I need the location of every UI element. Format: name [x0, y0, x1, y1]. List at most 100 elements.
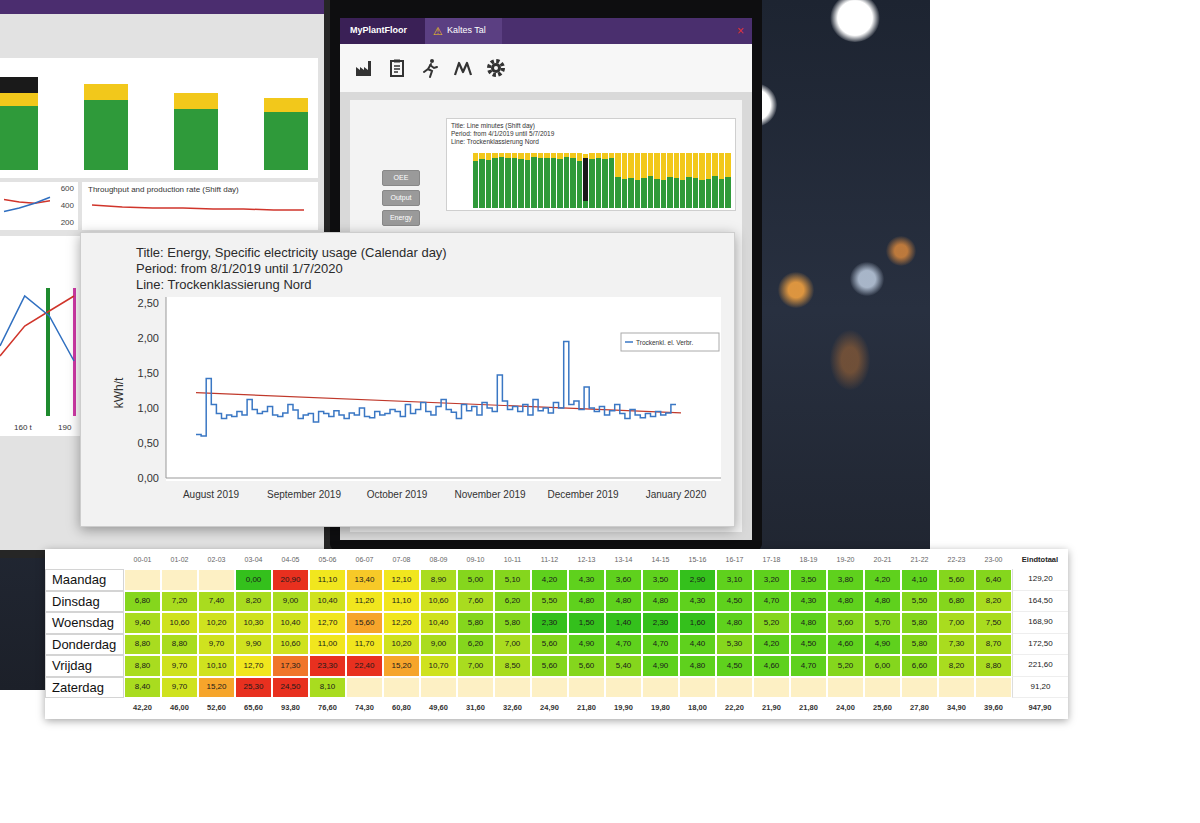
factory-icon[interactable] — [354, 58, 374, 78]
heat-cell: 10,40 — [272, 612, 309, 634]
stacked-bar — [654, 153, 659, 208]
energy-line-chart: 2,502,001,501,000,500,00kWh/tAugust 2019… — [81, 293, 734, 523]
column-total: 93,80 — [272, 698, 309, 717]
bar-segment — [0, 106, 38, 170]
plant-tab[interactable]: ⚠Kaltes Tal — [425, 18, 502, 44]
heat-cell: 5,30 — [716, 634, 753, 656]
chart-title-line: Period: from 4/1/2019 until 5/7/2019 — [451, 130, 731, 138]
trend-chart-icon[interactable] — [453, 58, 473, 78]
row-total: 129,20 — [1012, 569, 1068, 591]
bar-segment — [654, 179, 659, 208]
hour-header: 07-08 — [383, 551, 420, 569]
heat-cell: 5,50 — [901, 591, 938, 613]
legend-label: Trockenkl. el. Verbr. — [636, 339, 693, 346]
bar-segment — [564, 157, 569, 208]
bar-segment — [512, 158, 517, 208]
day-label: Dinsdag — [45, 591, 124, 613]
heat-cell: 4,80 — [642, 591, 679, 613]
bar-segment — [635, 180, 640, 208]
bar-segment — [264, 98, 308, 112]
stacked-bar — [544, 153, 549, 208]
legend: Trockenkl. el. Verbr. — [621, 333, 719, 351]
hour-header: 11-12 — [531, 551, 568, 569]
row-total: 164,50 — [1012, 591, 1068, 613]
bar-segment — [84, 84, 128, 100]
heat-cell: 7,00 — [494, 634, 531, 656]
app-name: MyPlantFloor — [340, 18, 425, 44]
heat-cell: 6,20 — [494, 591, 531, 613]
heat-cell: 10,30 — [235, 612, 272, 634]
column-total: 34,90 — [938, 698, 975, 717]
bar-segment — [577, 153, 582, 161]
bar-segment — [602, 159, 607, 208]
column-total: 65,60 — [235, 698, 272, 717]
y-axis — [166, 297, 167, 478]
bar-segment — [525, 153, 530, 160]
heat-cell: 4,30 — [790, 591, 827, 613]
hour-header: 23-00 — [975, 551, 1012, 569]
stacked-bar — [641, 153, 646, 208]
heat-cell: 6,60 — [901, 655, 938, 677]
row-total: 91,20 — [1012, 677, 1068, 699]
red-series-line — [92, 205, 304, 210]
running-person-icon[interactable] — [420, 58, 440, 78]
heat-cell: 4,60 — [753, 655, 790, 677]
marker-bar — [46, 288, 50, 416]
warning-icon: ⚠ — [433, 26, 443, 37]
heat-cell: 8,40 — [124, 677, 161, 699]
stacked-bar — [674, 153, 679, 208]
bar-segment — [518, 159, 523, 208]
close-button[interactable]: × — [729, 25, 752, 37]
marker-bar — [73, 288, 76, 416]
view-button[interactable]: OEE — [382, 170, 420, 186]
heat-cell: 10,60 — [272, 634, 309, 656]
heat-cell: 11,20 — [346, 591, 383, 613]
heat-cell — [642, 677, 679, 699]
bar-segment — [693, 153, 698, 178]
view-button[interactable]: Energy — [382, 210, 420, 226]
day-label: Vrijdag — [45, 655, 124, 677]
hour-header: 14-15 — [642, 551, 679, 569]
clipboard-icon[interactable] — [387, 58, 407, 78]
heat-cell: 8,80 — [124, 634, 161, 656]
axis-ticks: 600400200 — [52, 184, 76, 228]
gear-icon[interactable] — [486, 58, 506, 78]
stacked-bar — [518, 153, 523, 208]
stacked-bar — [551, 153, 556, 208]
column-total: 31,60 — [457, 698, 494, 717]
y-tick: 0,50 — [138, 437, 159, 449]
heat-cell — [827, 677, 864, 699]
axis-label: 190 — [58, 423, 72, 432]
heat-cell: 1,40 — [605, 612, 642, 634]
heat-cell: 5,60 — [827, 612, 864, 634]
heat-cell: 4,90 — [642, 655, 679, 677]
view-button[interactable]: Output — [382, 190, 420, 206]
heat-cell: 10,40 — [309, 591, 346, 613]
heat-cell: 5,20 — [827, 655, 864, 677]
stacked-bar — [473, 153, 478, 208]
heat-cell: 10,40 — [420, 612, 457, 634]
stacked-bar — [680, 153, 685, 208]
hour-header: 06-07 — [346, 551, 383, 569]
heat-cell: 8,50 — [494, 655, 531, 677]
heat-cell — [383, 677, 420, 699]
x-tick: November 2019 — [454, 489, 526, 500]
mini-chart: 600400200 — [0, 182, 78, 230]
heat-cell: 4,60 — [827, 634, 864, 656]
heat-cell — [716, 677, 753, 699]
heat-cell — [679, 677, 716, 699]
bar-segment — [583, 201, 588, 208]
heat-cell — [346, 677, 383, 699]
stacked-bar — [525, 153, 530, 208]
bar-segment — [174, 93, 218, 109]
heat-cell: 3,10 — [716, 569, 753, 591]
stacked-bar — [564, 153, 569, 208]
hour-header: 21-22 — [901, 551, 938, 569]
bar-segment — [661, 180, 666, 208]
heat-cell: 9,90 — [235, 634, 272, 656]
heat-cell: 7,40 — [198, 591, 235, 613]
heat-cell: 12,70 — [235, 655, 272, 677]
stacked-bar — [84, 84, 128, 170]
bar-segment — [674, 178, 679, 208]
bar-segment — [596, 158, 601, 208]
